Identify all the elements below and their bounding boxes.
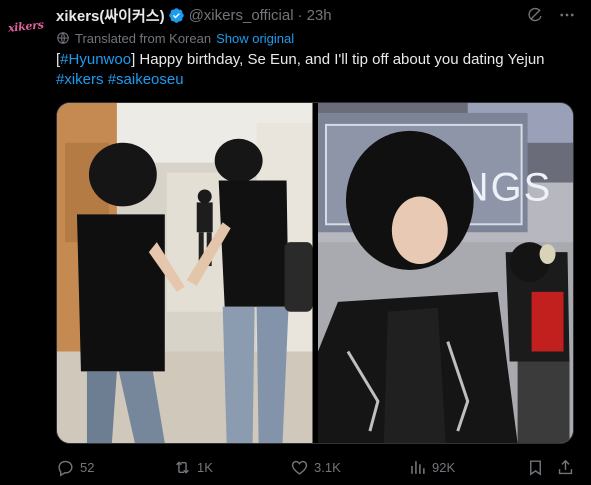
- views-count: 92K: [432, 459, 456, 475]
- more-icon[interactable]: [557, 5, 577, 25]
- show-original-link[interactable]: Show original: [216, 31, 294, 46]
- repost-count: 1K: [197, 459, 213, 475]
- bookmark-button[interactable]: [526, 458, 550, 477]
- globe-icon: [56, 31, 70, 45]
- bookmark-icon: [526, 458, 545, 477]
- verified-badge-icon[interactable]: [168, 7, 185, 24]
- hashtag-hyunwoo[interactable]: #Hyunwoo: [60, 51, 131, 68]
- views-button[interactable]: 92K: [408, 458, 455, 477]
- grok-icon[interactable]: [525, 5, 545, 25]
- repost-button[interactable]: 1K: [173, 458, 213, 477]
- reply-icon: [56, 458, 75, 477]
- tweet-text: [#Hyunwoo] Happy birthday, Se Eun, and I…: [56, 50, 581, 90]
- repost-icon: [173, 458, 192, 477]
- translated-label: Translated from Korean: [75, 30, 212, 46]
- photo-1[interactable]: [57, 103, 313, 443]
- reply-button[interactable]: 52: [56, 458, 94, 477]
- display-name[interactable]: xikers(싸이커스): [56, 5, 165, 26]
- share-icon: [556, 458, 575, 477]
- views-icon: [408, 458, 427, 477]
- tweet[interactable]: xikers xikers(싸이커스) @xikers_official · 2…: [0, 0, 591, 485]
- top-actions: [525, 5, 577, 25]
- separator-dot: ·: [297, 6, 303, 24]
- tweet-main-text: ] Happy birthday, Se Eun, and I'll tip o…: [131, 51, 545, 68]
- media-grid: ORT NGS: [56, 102, 574, 444]
- translation-notice: Translated from Korean Show original: [56, 30, 294, 46]
- tweet-header: xikers(싸이커스) @xikers_official · 23h: [56, 5, 332, 25]
- avatar[interactable]: xikers: [6, 6, 46, 46]
- avatar-logo: xikers: [7, 17, 45, 35]
- like-icon: [290, 458, 309, 477]
- timestamp[interactable]: 23h: [307, 7, 332, 24]
- hashtag-saikeoseu[interactable]: #saikeoseu: [108, 71, 184, 88]
- handle[interactable]: @xikers_official: [189, 7, 294, 24]
- hashtag-xikers[interactable]: #xikers: [56, 71, 104, 88]
- share-button[interactable]: [556, 458, 580, 477]
- reply-count: 52: [80, 459, 95, 475]
- like-button[interactable]: 3.1K: [290, 458, 341, 477]
- photo-2[interactable]: ORT NGS: [317, 103, 573, 443]
- like-count: 3.1K: [314, 459, 341, 475]
- action-bar: 52 1K 3.1K 92K: [56, 456, 576, 478]
